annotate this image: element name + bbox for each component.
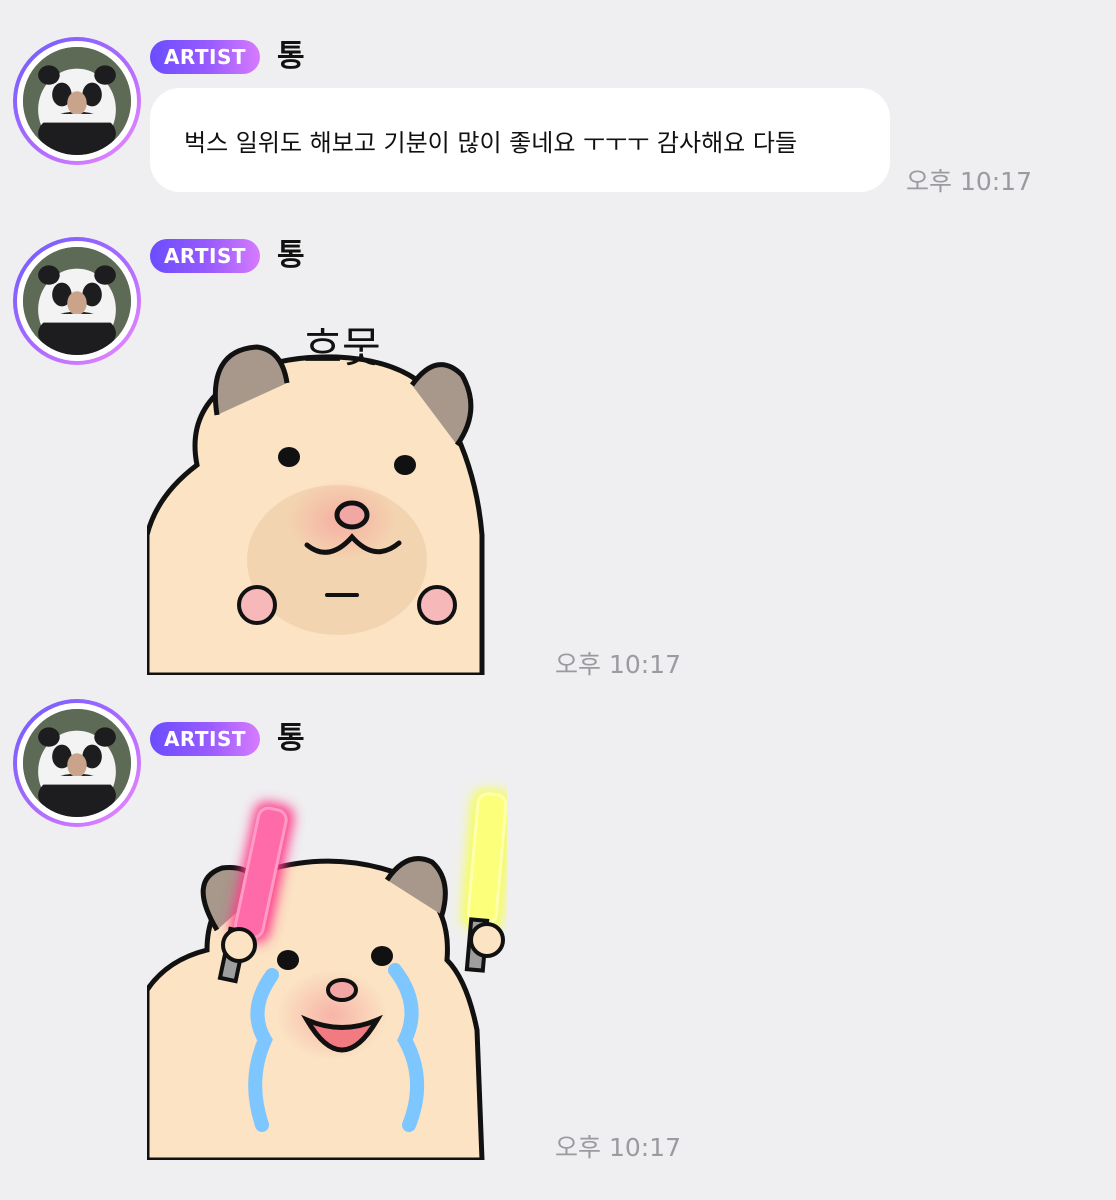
artist-badge: ARTIST	[150, 40, 260, 74]
sender-name[interactable]: 통	[277, 722, 305, 756]
hamster-glowstick-crying-sticker[interactable]	[147, 780, 507, 1160]
message-time: 오후 10:17	[555, 650, 681, 679]
sticker-caption: 흐뭇	[303, 323, 380, 372]
avatar[interactable]	[13, 37, 141, 165]
artist-badge: ARTIST	[150, 239, 260, 273]
message-row: ARTIST 통 벅스 일위도 해보고 기분이 많이 좋네요 ㅜㅜㅜ 감사해요 …	[0, 0, 1116, 200]
avatar-photo	[23, 47, 131, 155]
hamster-content-sticker[interactable]: 흐뭇	[147, 305, 507, 675]
panda-costume-icon	[23, 709, 131, 817]
artist-badge: ARTIST	[150, 722, 260, 756]
panda-costume-icon	[23, 47, 131, 155]
sender-name[interactable]: 통	[277, 40, 305, 74]
avatar-photo	[23, 247, 131, 355]
avatar[interactable]	[13, 699, 141, 827]
panda-costume-icon	[23, 247, 131, 355]
sender-name[interactable]: 통	[277, 239, 305, 273]
message-time: 오후 10:17	[555, 1133, 681, 1162]
avatar[interactable]	[13, 237, 141, 365]
message-time: 오후 10:17	[906, 167, 1032, 196]
message-bubble[interactable]: 벅스 일위도 해보고 기분이 많이 좋네요 ㅜㅜㅜ 감사해요 다들	[150, 88, 890, 192]
avatar-photo	[23, 709, 131, 817]
message-text: 벅스 일위도 해보고 기분이 많이 좋네요 ㅜㅜㅜ 감사해요 다들	[184, 128, 798, 157]
